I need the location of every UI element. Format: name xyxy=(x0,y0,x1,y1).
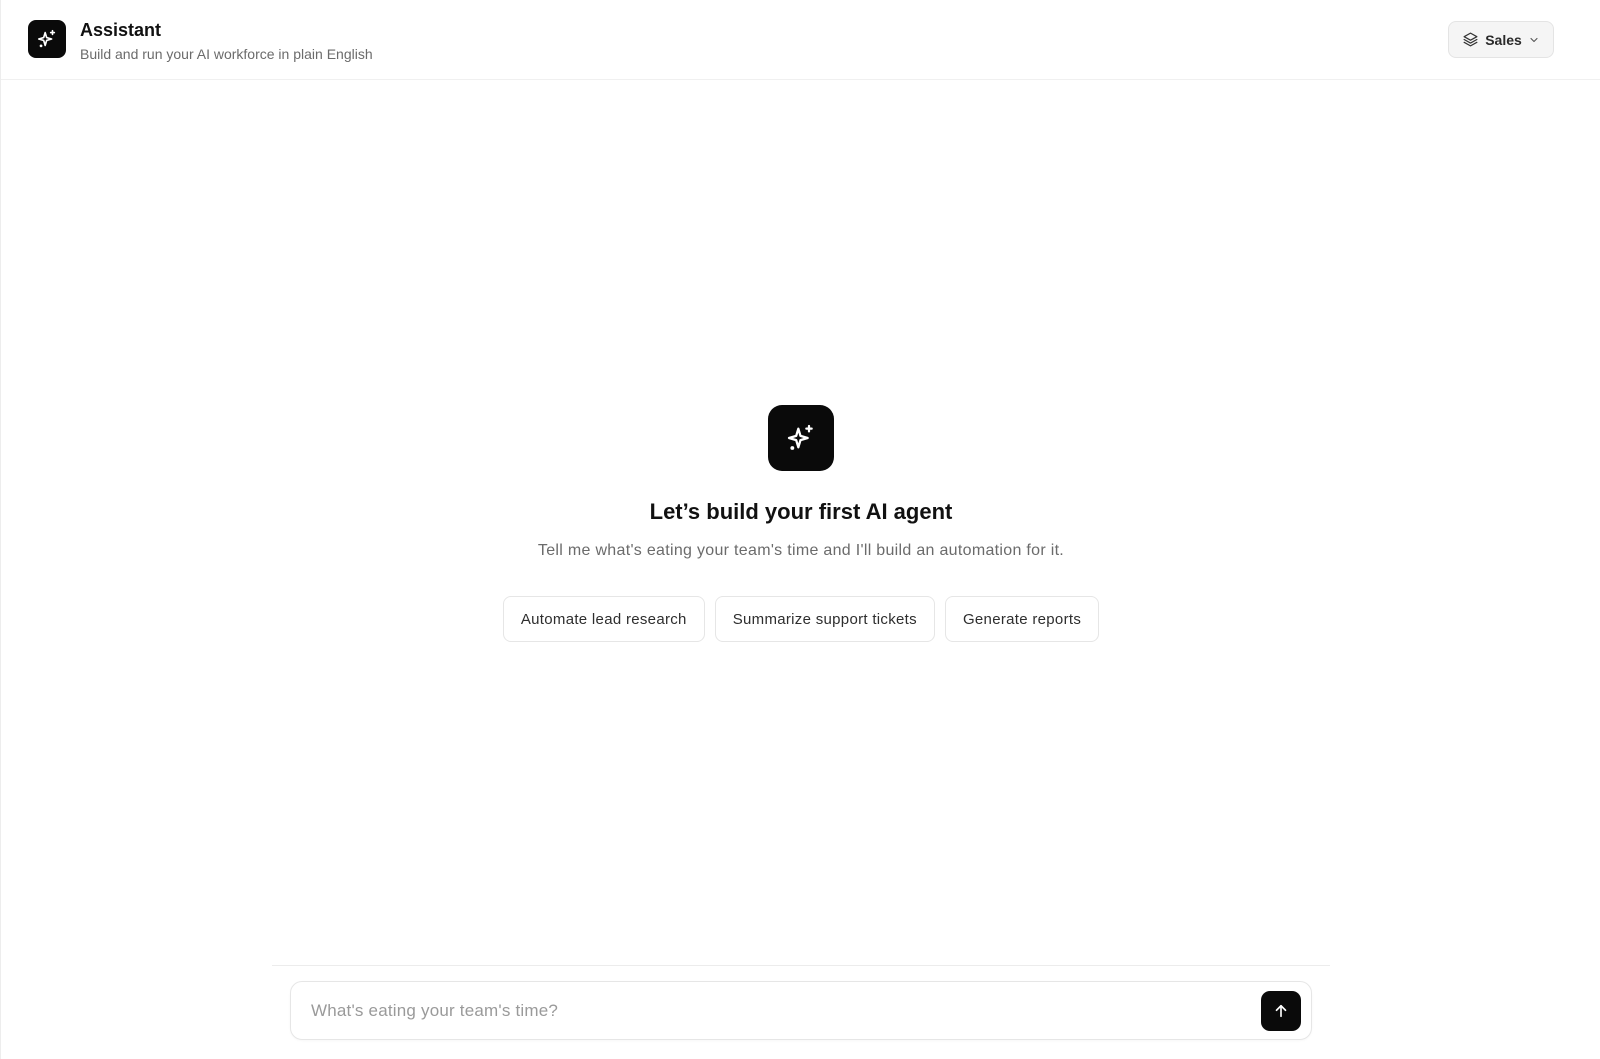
hero-logo xyxy=(768,405,834,471)
layers-icon xyxy=(1463,32,1478,47)
app-header: Assistant Build and run your AI workforc… xyxy=(1,0,1600,80)
suggestion-automate-lead-research[interactable]: Automate lead research xyxy=(502,596,705,642)
app-subtitle: Build and run your AI workforce in plain… xyxy=(80,46,373,62)
empty-state-title: Let’s build your first AI agent xyxy=(649,499,953,524)
app-title: Assistant xyxy=(80,20,162,40)
message-composer xyxy=(290,981,1312,1040)
workspace-label: Sales xyxy=(1485,31,1522,48)
sparkles-icon xyxy=(787,424,813,450)
assistant-app: Assistant Build and run your AI workforc… xyxy=(0,0,1600,1059)
app-logo xyxy=(28,20,66,58)
suggestion-chips: Automate lead research Summarize support… xyxy=(1,596,1600,642)
message-input[interactable] xyxy=(311,982,1251,1039)
chevron-down-icon xyxy=(1530,37,1538,42)
suggestion-generate-reports[interactable]: Generate reports xyxy=(944,596,1100,642)
workspace-selector-button[interactable]: Sales xyxy=(1448,21,1554,58)
suggestion-summarize-support-tickets[interactable]: Summarize support tickets xyxy=(714,596,935,642)
arrow-up-icon xyxy=(1275,1004,1287,1018)
composer-divider xyxy=(272,965,1330,966)
send-button[interactable] xyxy=(1261,991,1301,1031)
sparkles-icon xyxy=(37,29,56,48)
empty-state-subtitle: Tell me what's eating your team's time a… xyxy=(537,542,1065,559)
